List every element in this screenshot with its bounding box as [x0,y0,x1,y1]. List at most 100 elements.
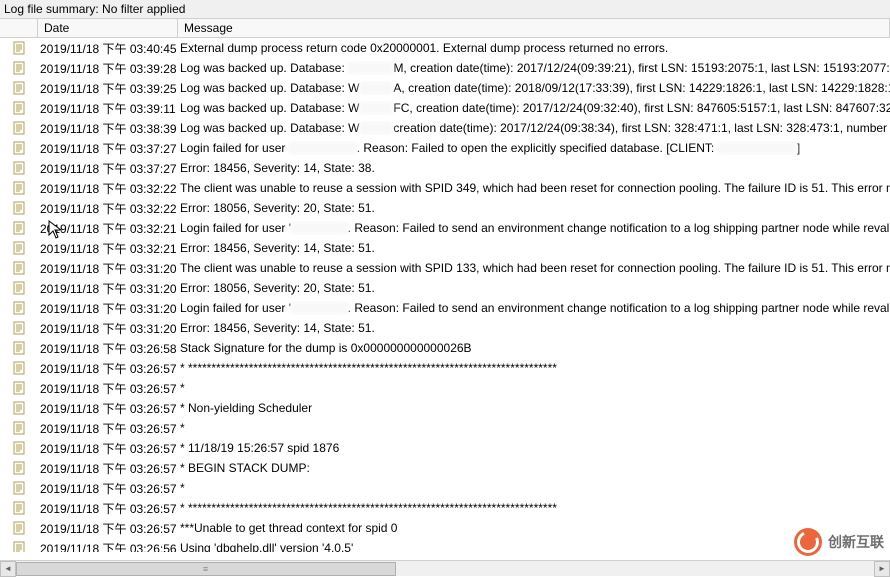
log-entry-icon [0,261,38,275]
log-message: External dump process return code 0x2000… [178,41,890,55]
log-row[interactable]: 2019/11/18 下午 03:40:45External dump proc… [0,38,890,58]
log-date: 2019/11/18 下午 03:26:57 [38,520,178,537]
log-row[interactable]: 2019/11/18 下午 03:26:57* Non-yielding Sch… [0,398,890,418]
log-entry-icon [0,421,38,435]
log-message: * BEGIN STACK DUMP: [178,461,890,475]
log-row[interactable]: 2019/11/18 下午 03:39:11Log was backed up.… [0,98,890,118]
log-row[interactable]: 2019/11/18 下午 03:26:57* ****************… [0,498,890,518]
log-row[interactable]: 2019/11/18 下午 03:32:21Login failed for u… [0,218,890,238]
log-row[interactable]: 2019/11/18 下午 03:37:27Login failed for u… [0,138,890,158]
log-message: * **************************************… [178,361,890,375]
header-icon-column[interactable] [0,19,38,37]
log-message: Error: 18056, Severity: 20, State: 51. [178,201,890,215]
log-entry-icon [0,321,38,335]
redacted-text: WWWWW [291,221,348,235]
log-row[interactable]: 2019/11/18 下午 03:31:20Error: 18456, Seve… [0,318,890,338]
log-row[interactable]: 2019/11/18 下午 03:32:22Error: 18056, Seve… [0,198,890,218]
redacted-text: WWW [359,81,393,95]
watermark-text: 创新互联 [828,532,884,552]
log-row[interactable]: 2019/11/18 下午 03:26:57* ****************… [0,358,890,378]
log-row[interactable]: 2019/11/18 下午 03:26:57* [0,378,890,398]
log-date: 2019/11/18 下午 03:31:20 [38,300,178,317]
scroll-track[interactable]: ≡ [16,561,874,577]
log-entry-icon [0,301,38,315]
log-message: Error: 18456, Severity: 14, State: 38. [178,161,890,175]
header-message-column[interactable]: Message [178,19,890,37]
log-row[interactable]: 2019/11/18 下午 03:26:57* BEGIN STACK DUMP… [0,458,890,478]
log-entry-icon [0,61,38,75]
log-date: 2019/11/18 下午 03:26:57 [38,480,178,497]
log-row[interactable]: 2019/11/18 下午 03:39:25Log was backed up.… [0,78,890,98]
log-message: Log was backed up. Database: WWWWFC, cre… [178,101,890,115]
log-date: 2019/11/18 下午 03:31:20 [38,320,178,337]
log-date: 2019/11/18 下午 03:39:28 [38,60,178,77]
redacted-text: WWW [359,101,393,115]
column-header-row: Date Message [0,19,890,38]
log-date: 2019/11/18 下午 03:26:57 [38,400,178,417]
log-entry-icon [0,121,38,135]
log-message: * **************************************… [178,501,890,515]
log-row[interactable]: 2019/11/18 下午 03:26:58Stack Signature fo… [0,338,890,358]
log-entry-icon [0,81,38,95]
log-date: 2019/11/18 下午 03:26:56 [38,540,178,553]
watermark: 创新互联 [794,528,884,556]
log-row[interactable]: 2019/11/18 下午 03:26:57* [0,418,890,438]
log-message: Error: 18456, Severity: 14, State: 51. [178,321,890,335]
log-row[interactable]: 2019/11/18 下午 03:26:57* 11/18/19 15:26:5… [0,438,890,458]
log-date: 2019/11/18 下午 03:26:57 [38,360,178,377]
log-entry-icon [0,141,38,155]
log-date: 2019/11/18 下午 03:26:57 [38,500,178,517]
log-row[interactable]: 2019/11/18 下午 03:31:20Login failed for u… [0,298,890,318]
log-entry-icon [0,241,38,255]
log-row[interactable]: 2019/11/18 下午 03:32:21Error: 18456, Seve… [0,238,890,258]
log-row[interactable]: 2019/11/18 下午 03:31:20Error: 18056, Seve… [0,278,890,298]
log-message: * [178,381,890,395]
scroll-left-button[interactable]: ◄ [0,561,16,577]
scroll-right-button[interactable]: ► [874,561,890,577]
log-date: 2019/11/18 下午 03:32:22 [38,180,178,197]
log-date: 2019/11/18 下午 03:32:22 [38,200,178,217]
redacted-text: WWWWWW [289,141,357,155]
log-row[interactable]: 2019/11/18 下午 03:26:57***Unable to get t… [0,518,890,538]
log-date: 2019/11/18 下午 03:32:21 [38,240,178,257]
log-summary-bar: Log file summary: No filter applied [0,0,890,19]
log-row[interactable]: 2019/11/18 下午 03:32:22The client was una… [0,178,890,198]
scroll-thumb[interactable]: ≡ [16,562,396,576]
log-message: Log was backed up. Database: WWWWcreatio… [178,121,890,135]
log-entry-icon [0,181,38,195]
log-row[interactable]: 2019/11/18 下午 03:37:27Error: 18456, Seve… [0,158,890,178]
redacted-text: WWWWWWW [718,141,797,155]
horizontal-scrollbar[interactable]: ◄ ≡ ► [0,560,890,576]
log-body: 2019/11/18 下午 03:40:45External dump proc… [0,38,890,552]
log-date: 2019/11/18 下午 03:26:57 [38,440,178,457]
log-row[interactable]: 2019/11/18 下午 03:31:20The client was una… [0,258,890,278]
log-entry-icon [0,441,38,455]
log-entry-icon [0,161,38,175]
log-message: The client was unable to reuse a session… [178,181,890,195]
log-message: Error: 18056, Severity: 20, State: 51. [178,281,890,295]
log-entry-icon [0,501,38,515]
log-entry-icon [0,101,38,115]
log-message: * [178,481,890,495]
log-message: Login failed for user 'WWWWW. Reason: Fa… [178,221,890,235]
log-date: 2019/11/18 下午 03:38:39 [38,120,178,137]
log-row[interactable]: 2019/11/18 下午 03:26:56Using 'dbghelp.dll… [0,538,890,552]
log-message: ***Unable to get thread context for spid… [178,521,890,535]
log-message: The client was unable to reuse a session… [178,261,890,275]
log-date: 2019/11/18 下午 03:26:57 [38,460,178,477]
log-row[interactable]: 2019/11/18 下午 03:39:28Log was backed up.… [0,58,890,78]
log-row[interactable]: 2019/11/18 下午 03:26:57* [0,478,890,498]
log-message: Log was backed up. Database: WWWWA, crea… [178,81,890,95]
log-entry-icon [0,401,38,415]
header-date-column[interactable]: Date [38,19,178,37]
log-entry-icon [0,221,38,235]
log-date: 2019/11/18 下午 03:37:27 [38,140,178,157]
redacted-text: WWW [359,121,393,135]
log-date: 2019/11/18 下午 03:37:27 [38,160,178,177]
log-date: 2019/11/18 下午 03:26:58 [38,340,178,357]
log-date: 2019/11/18 下午 03:31:20 [38,280,178,297]
log-date: 2019/11/18 下午 03:39:25 [38,80,178,97]
log-entry-icon [0,41,38,55]
log-row[interactable]: 2019/11/18 下午 03:38:39Log was backed up.… [0,118,890,138]
log-entry-icon [0,521,38,535]
